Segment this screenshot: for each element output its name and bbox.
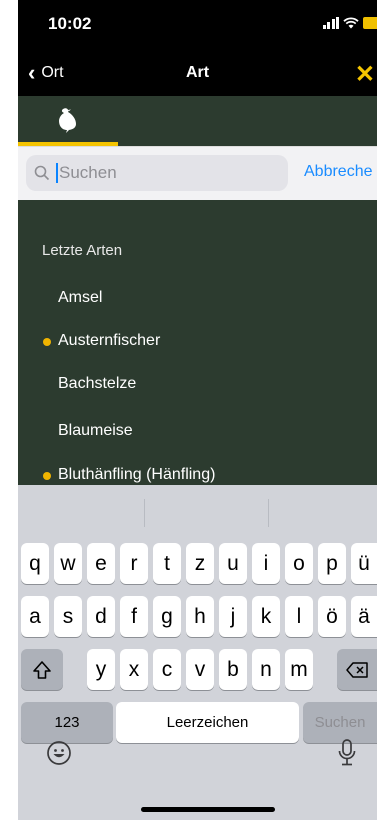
key-v[interactable]: v bbox=[186, 649, 214, 690]
status-icons bbox=[322, 17, 377, 29]
key-s[interactable]: s bbox=[54, 596, 82, 637]
key-n[interactable]: n bbox=[252, 649, 280, 690]
nav-bar: ‹ Ort Art ✕ bbox=[18, 50, 377, 96]
list-item[interactable]: Bachstelze bbox=[58, 375, 136, 393]
key-p[interactable]: p bbox=[318, 543, 346, 584]
key-y[interactable]: y bbox=[87, 649, 115, 690]
emoji-icon[interactable] bbox=[46, 740, 72, 766]
close-button[interactable]: ✕ bbox=[355, 60, 375, 89]
cancel-button[interactable]: Abbreche bbox=[304, 163, 373, 181]
section-title: Letzte Arten bbox=[42, 242, 123, 259]
search-input[interactable]: Suchen bbox=[26, 155, 288, 191]
status-time: 10:02 bbox=[48, 14, 92, 33]
key-r[interactable]: r bbox=[120, 543, 148, 584]
key-q[interactable]: q bbox=[21, 543, 49, 584]
suggestion-divider bbox=[268, 499, 269, 527]
search-placeholder: Suchen bbox=[59, 163, 117, 182]
key-m[interactable]: m bbox=[285, 649, 313, 690]
microphone-icon[interactable] bbox=[338, 739, 356, 767]
delete-key[interactable] bbox=[337, 649, 377, 690]
key-d[interactable]: d bbox=[87, 596, 115, 637]
tab-strip bbox=[18, 96, 377, 146]
wifi-icon bbox=[343, 17, 359, 29]
search-key[interactable]: Suchen bbox=[303, 702, 377, 743]
key-f[interactable]: f bbox=[120, 596, 148, 637]
screen: 10:02 ‹ Ort Art ✕ Suchen Abbreche Letzte… bbox=[0, 0, 377, 820]
search-icon bbox=[34, 165, 50, 181]
list-item[interactable]: Blaumeise bbox=[58, 422, 133, 440]
marker-dot-icon bbox=[43, 338, 51, 346]
key-b[interactable]: b bbox=[219, 649, 247, 690]
status-bar: 10:02 bbox=[18, 0, 377, 50]
key-oe[interactable]: ö bbox=[318, 596, 346, 637]
bird-icon[interactable] bbox=[52, 104, 82, 134]
search-bar: Suchen Abbreche bbox=[18, 146, 377, 201]
key-o[interactable]: o bbox=[285, 543, 313, 584]
numbers-key[interactable]: 123 bbox=[21, 702, 113, 743]
species-list: Letzte Arten Amsel Austernfischer Bachst… bbox=[18, 200, 377, 485]
keyboard: q w e r t z u i o p ü a s d f g h j k l … bbox=[18, 485, 377, 820]
text-cursor bbox=[56, 163, 58, 183]
key-ue[interactable]: ü bbox=[351, 543, 377, 584]
page-title: Art bbox=[185, 64, 210, 81]
home-indicator[interactable] bbox=[141, 807, 275, 812]
key-w[interactable]: w bbox=[54, 543, 82, 584]
shift-key[interactable] bbox=[21, 649, 63, 690]
signal-icon bbox=[322, 17, 339, 29]
battery-icon bbox=[363, 17, 377, 29]
key-a[interactable]: a bbox=[21, 596, 49, 637]
key-c[interactable]: c bbox=[153, 649, 181, 690]
key-i[interactable]: i bbox=[252, 543, 280, 584]
key-h[interactable]: h bbox=[186, 596, 214, 637]
key-l[interactable]: l bbox=[285, 596, 313, 637]
key-g[interactable]: g bbox=[153, 596, 181, 637]
key-x[interactable]: x bbox=[120, 649, 148, 690]
key-k[interactable]: k bbox=[252, 596, 280, 637]
key-z[interactable]: z bbox=[186, 543, 214, 584]
list-item[interactable]: Austernfischer bbox=[58, 332, 160, 350]
marker-dot-icon bbox=[43, 472, 51, 480]
shift-icon bbox=[33, 660, 51, 679]
list-item[interactable]: Amsel bbox=[58, 289, 102, 307]
space-key[interactable]: Leerzeichen bbox=[116, 702, 299, 743]
backspace-icon bbox=[346, 661, 368, 678]
key-e[interactable]: e bbox=[87, 543, 115, 584]
key-j[interactable]: j bbox=[219, 596, 247, 637]
key-t[interactable]: t bbox=[153, 543, 181, 584]
suggestion-divider bbox=[144, 499, 145, 527]
list-item[interactable]: Bluthänfling (Hänfling) bbox=[58, 466, 215, 484]
key-u[interactable]: u bbox=[219, 543, 247, 584]
key-ae[interactable]: ä bbox=[351, 596, 377, 637]
